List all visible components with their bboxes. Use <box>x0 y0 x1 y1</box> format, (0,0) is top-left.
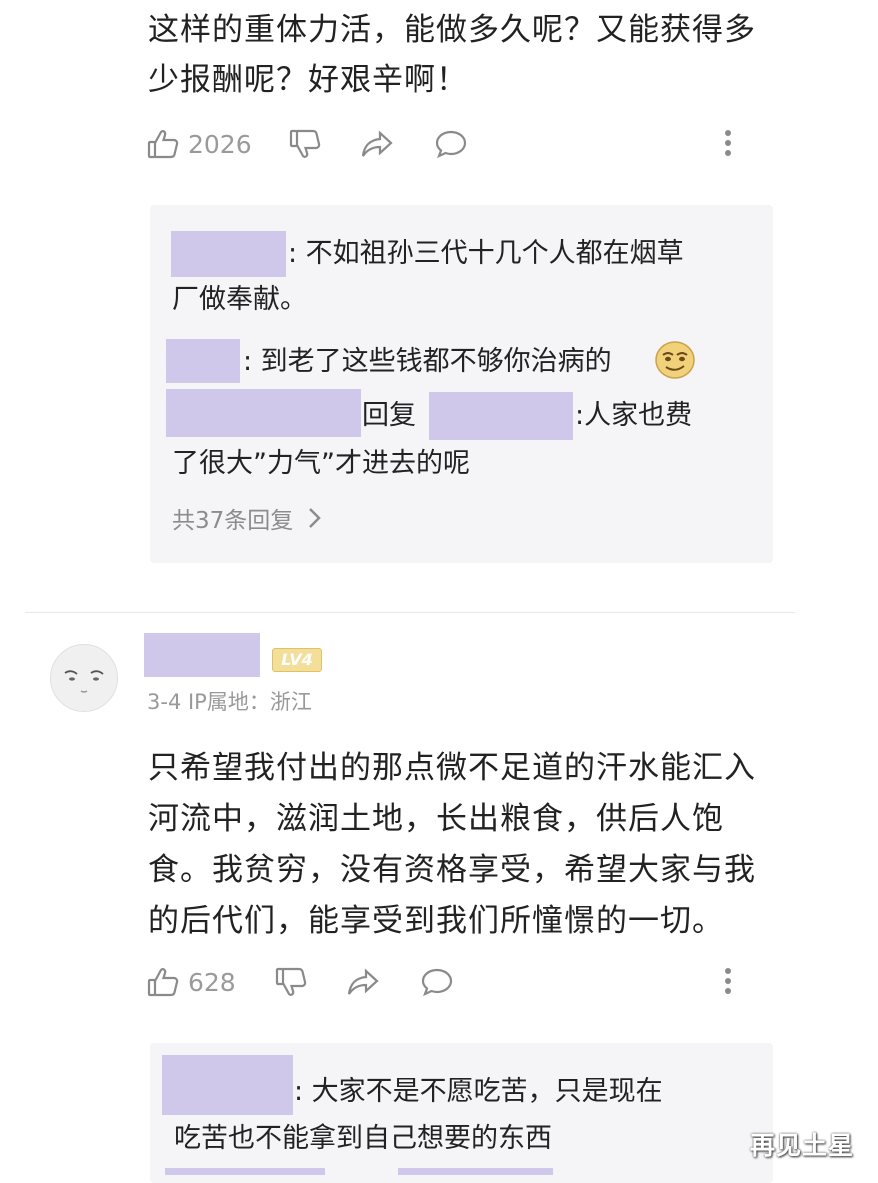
reply-keyword: 回复 <box>362 400 416 431</box>
comment-actions: 2026 <box>146 122 746 166</box>
redacted-username <box>429 392 573 440</box>
redacted-username <box>171 231 286 277</box>
reply-text-line: :人家也费 <box>575 400 693 431</box>
comment-divider <box>25 612 795 613</box>
comment-icon[interactable] <box>434 127 468 161</box>
smirk-emoji-icon <box>655 341 695 379</box>
thumbs-up-icon <box>147 968 179 997</box>
thumbs-down-icon[interactable] <box>274 965 308 999</box>
reply-text-line: : 到老了这些钱都不够你治病的 <box>243 346 612 377</box>
reply-text-line: 厂做奉献。 <box>172 284 307 315</box>
thumbs-up-icon <box>147 130 179 159</box>
like-button[interactable]: 628 <box>146 965 236 999</box>
view-more-replies[interactable]: 共37条回复 <box>172 500 325 536</box>
comment-text-line: 少报酬呢？好艰辛啊！ <box>148 62 468 98</box>
level-badge: LV4 <box>272 648 322 672</box>
thumbs-down-icon[interactable] <box>288 127 322 161</box>
watermark: 再见土星 <box>750 1131 855 1160</box>
comment-text-line: 的后代们，能享受到我们所憧憬的一切。 <box>148 903 724 939</box>
comment-actions: 628 <box>146 960 746 1004</box>
redacted-username <box>162 1055 293 1115</box>
redacted-username <box>165 1168 325 1175</box>
more-vertical-icon[interactable] <box>725 964 733 998</box>
like-count: 628 <box>188 967 236 997</box>
comment-text-line: 这样的重体力活，能做多久呢？又能获得多 <box>148 12 756 48</box>
redacted-username[interactable] <box>144 633 260 677</box>
comment-text-line: 只希望我付出的那点微不足道的汗水能汇入 <box>148 750 756 786</box>
avatar[interactable] <box>50 644 118 712</box>
comment-icon[interactable] <box>420 965 454 999</box>
reply-text-line: 了很大”力气”才进去的呢 <box>172 448 470 479</box>
reply-text-line: : 不如祖孙三代十几个人都在烟草 <box>288 238 684 269</box>
comment-text-line: 河流中，滋润土地，长出粮食，供后人饱 <box>148 801 724 837</box>
like-count: 2026 <box>188 129 252 159</box>
share-icon[interactable] <box>346 965 380 999</box>
share-icon[interactable] <box>360 127 394 161</box>
more-vertical-icon[interactable] <box>725 126 733 160</box>
redacted-username <box>166 339 240 383</box>
comment-meta: 3-4 IP属地：浙江 <box>147 690 312 714</box>
redacted-username <box>166 389 361 437</box>
chevron-right-icon <box>309 508 322 528</box>
reply-text-line: 吃苦也不能拿到自己想要的东西 <box>174 1123 552 1154</box>
redacted-username <box>398 1168 553 1175</box>
reply-text-line: : 大家不是不愿吃苦，只是现在 <box>294 1076 663 1107</box>
avatar-face-icon <box>64 670 104 693</box>
view-more-replies-label: 共37条回复 <box>172 508 294 534</box>
like-button[interactable]: 2026 <box>146 127 252 161</box>
comment-text-line: 食。我贫穷，没有资格享受，希望大家与我 <box>148 852 756 888</box>
